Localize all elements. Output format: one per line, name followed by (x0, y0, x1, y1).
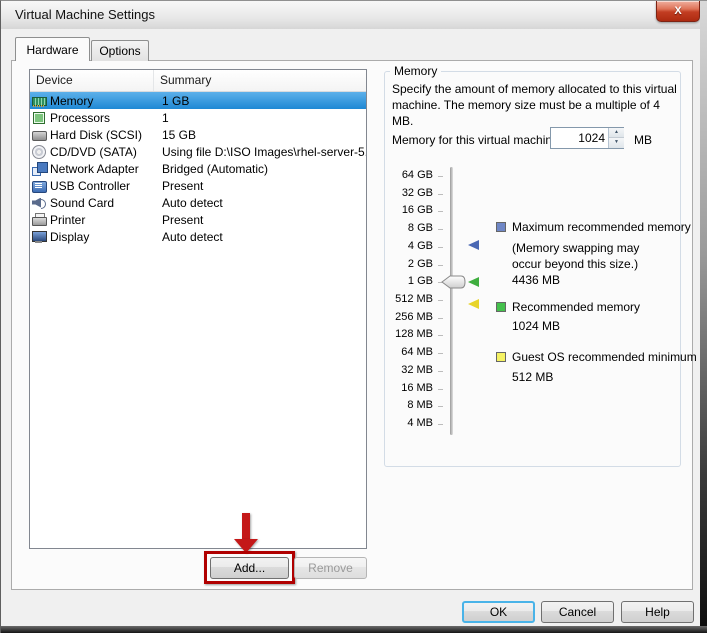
scale-label: 128 MB (373, 328, 433, 340)
table-row[interactable]: CD/DVD (SATA) Using file D:\ISO Images\r… (30, 143, 366, 160)
table-row[interactable]: Sound Card Auto detect (30, 194, 366, 211)
table-row[interactable]: USB Controller Present (30, 177, 366, 194)
scale-tick (438, 229, 443, 230)
scale-label: 512 MB (373, 293, 433, 305)
scale-tick (438, 424, 443, 425)
scale-label: 4 MB (373, 417, 433, 429)
window-right-edge (700, 1, 707, 633)
memory-slider-handle[interactable] (441, 275, 466, 294)
column-header-device: Device (30, 70, 154, 91)
scale-label: 32 GB (373, 187, 433, 199)
minimum-memory-legend-title: Guest OS recommended minimum (512, 350, 697, 364)
tab-options[interactable]: Options (91, 40, 149, 61)
max-memory-value: 4436 MB (512, 273, 560, 287)
column-header-summary: Summary (154, 70, 366, 91)
scale-label: 32 MB (373, 364, 433, 376)
window-title: Virtual Machine Settings (15, 1, 155, 29)
remove-button[interactable]: Remove (294, 557, 367, 579)
scale-tick (438, 353, 443, 354)
scale-tick (438, 176, 443, 177)
scale-tick (438, 265, 443, 266)
max-memory-note-line1: (Memory swapping may (512, 241, 639, 255)
virtual-machine-settings-dialog: Virtual Machine Settings X Hardware Opti… (0, 0, 707, 633)
scale-label: 16 MB (373, 382, 433, 394)
tab-hardware[interactable]: Hardware (15, 37, 90, 61)
title-bar: Virtual Machine Settings (1, 1, 707, 29)
usb-icon (32, 179, 47, 193)
memory-size-label: Memory for this virtual machine: (392, 133, 562, 147)
recommended-memory-legend-title: Recommended memory (512, 300, 640, 314)
device-list-header: Device Summary (30, 70, 366, 92)
table-row[interactable]: Memory 1 GB (30, 92, 366, 109)
scale-label: 4 GB (373, 240, 433, 252)
minimum-memory-marker-icon (468, 299, 479, 309)
scale-label: 2 GB (373, 258, 433, 270)
help-button[interactable]: Help (621, 601, 694, 623)
scale-label: 1 GB (373, 275, 433, 287)
scale-tick (438, 389, 443, 390)
table-row[interactable]: Hard Disk (SCSI) 15 GB (30, 126, 366, 143)
memory-unit-label: MB (634, 133, 652, 147)
cd-icon (32, 145, 47, 159)
scale-tick (438, 318, 443, 319)
scale-tick (438, 335, 443, 336)
table-row[interactable]: Network Adapter Bridged (Automatic) (30, 160, 366, 177)
recommended-memory-marker-icon (468, 277, 479, 287)
memory-slider-track[interactable] (450, 167, 453, 435)
spinner-down-button[interactable]: ▼ (609, 138, 624, 148)
scale-tick (438, 211, 443, 212)
ok-button[interactable]: OK (462, 601, 535, 623)
memory-size-spinner: ▲ ▼ (550, 127, 624, 149)
scale-label: 64 MB (373, 346, 433, 358)
minimum-memory-legend-icon (496, 352, 506, 362)
table-row[interactable]: Processors 1 (30, 109, 366, 126)
scale-label: 64 GB (373, 169, 433, 181)
printer-icon (32, 213, 47, 227)
display-icon (32, 230, 47, 244)
max-memory-note-line2: occur beyond this size.) (512, 257, 638, 271)
table-row[interactable]: Display Auto detect (30, 228, 366, 245)
recommended-memory-value: 1024 MB (512, 319, 560, 333)
table-row[interactable]: Printer Present (30, 211, 366, 228)
scale-label: 16 GB (373, 204, 433, 216)
max-memory-marker-icon (468, 240, 479, 250)
network-icon (32, 162, 47, 176)
memory-group-title: Memory (390, 64, 441, 78)
minimum-memory-value: 512 MB (512, 370, 553, 384)
scale-tick (438, 300, 443, 301)
add-button[interactable]: Add... (210, 557, 289, 579)
scale-label: 8 MB (373, 399, 433, 411)
scale-tick (438, 406, 443, 407)
scale-tick (438, 194, 443, 195)
close-icon: X (674, 5, 681, 17)
scale-tick (438, 371, 443, 372)
close-button[interactable]: X (656, 1, 700, 22)
memory-icon (32, 94, 47, 108)
device-list: Device Summary Memory 1 GB Processors 1 … (29, 69, 367, 549)
cancel-button[interactable]: Cancel (541, 601, 614, 623)
annotation-arrow-icon (242, 513, 250, 540)
window-bottom-edge (1, 626, 707, 633)
recommended-memory-legend-icon (496, 302, 506, 312)
device-rows: Memory 1 GB Processors 1 Hard Disk (SCSI… (30, 92, 366, 245)
max-memory-legend-icon (496, 222, 506, 232)
sound-icon (32, 196, 47, 210)
memory-description: Specify the amount of memory allocated t… (392, 81, 684, 129)
memory-size-input[interactable] (551, 128, 608, 148)
spinner-up-button[interactable]: ▲ (609, 128, 624, 138)
scale-tick (438, 247, 443, 248)
scale-label: 256 MB (373, 311, 433, 323)
processor-icon (32, 111, 47, 125)
max-memory-legend-title: Maximum recommended memory (512, 220, 691, 234)
scale-label: 8 GB (373, 222, 433, 234)
hard-disk-icon (32, 128, 47, 142)
